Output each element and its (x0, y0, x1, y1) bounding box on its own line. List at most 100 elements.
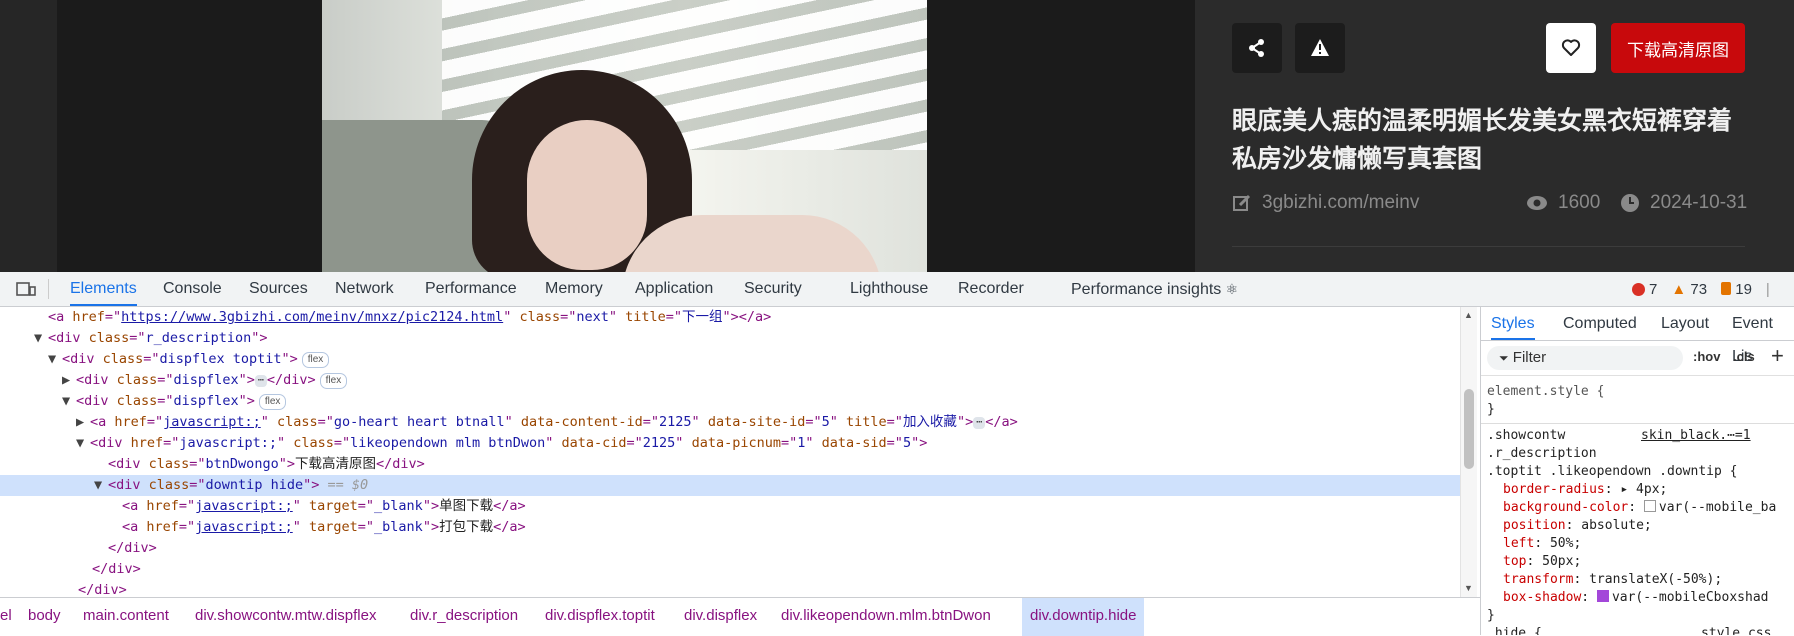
color-swatch[interactable] (1643, 500, 1656, 512)
download-hd-button[interactable]: 下载高清原图 (1611, 23, 1745, 73)
share-button[interactable] (1232, 23, 1282, 73)
breadcrumb-item[interactable]: div.likeopendown.mlm.btnDwon (781, 598, 991, 636)
tab-event-listeners[interactable]: Event Lis (1732, 307, 1794, 365)
css-prop-name: position (1503, 518, 1566, 533)
rule-selector[interactable]: .toptit .likeopendown .downtip { (1487, 463, 1737, 481)
breadcrumb-item[interactable]: body (28, 598, 61, 636)
dom-node-dispflex-collapsed[interactable]: ▶ <div class="dispflex"> ⋯ </div> flex (0, 370, 1460, 391)
styles-filter-input[interactable]: ⏷ Filter (1487, 346, 1683, 370)
flex-badge[interactable]: flex (319, 373, 348, 389)
dom-link-href[interactable]: javascript:; (163, 414, 261, 430)
tab-elements[interactable]: Elements (70, 272, 137, 306)
dom-close-div[interactable]: </div> (0, 559, 1460, 580)
rule-selector[interactable]: .r_description (1487, 445, 1597, 463)
tab-recorder[interactable]: Recorder (958, 272, 1024, 306)
ellipsis-icon[interactable]: ⋯ (254, 375, 267, 387)
rule-selector[interactable]: .hide { (1487, 625, 1542, 635)
favorite-button[interactable] (1546, 23, 1596, 73)
css-prop-name: transform (1503, 572, 1574, 587)
tab-security[interactable]: Security (744, 272, 802, 306)
tab-styles[interactable]: Styles (1491, 307, 1535, 340)
error-counter[interactable]: 7 (1632, 281, 1657, 298)
ellipsis-icon[interactable]: ⋯ (973, 417, 986, 429)
css-prop-value: ▸ 4px; (1620, 482, 1668, 497)
tab-sources[interactable]: Sources (249, 272, 308, 306)
report-button[interactable] (1295, 23, 1345, 73)
dom-node-a-pack[interactable]: <a href="javascript:;" target="_blank">打… (0, 517, 1460, 538)
dom-link-href[interactable]: https://www.3gbizhi.com/meinv/mnxz/pic21… (121, 309, 503, 325)
tab-layout[interactable]: Layout (1661, 307, 1709, 340)
css-property[interactable]: position: absolute; (1503, 517, 1652, 535)
scroll-down-icon[interactable]: ▼ (1464, 583, 1473, 593)
dom-node-toptit[interactable]: ▼ <div class="dispflex toptit"> flex (0, 349, 1460, 370)
tab-computed[interactable]: Computed (1563, 307, 1637, 340)
warning-counter[interactable]: ▲ 73 (1671, 281, 1707, 298)
hov-toggle[interactable]: :hov (1693, 349, 1720, 364)
dom-link-href[interactable]: javascript:; (195, 498, 293, 514)
rule-source-link[interactable]: skin_black.⋯=1 (1641, 427, 1751, 445)
filter-placeholder: Filter (1512, 349, 1547, 366)
collapse-triangle-icon[interactable]: ▶ (62, 370, 76, 391)
css-property[interactable]: top: 50px; (1503, 553, 1581, 571)
rule-selector[interactable]: .showcontw (1487, 427, 1565, 445)
expand-triangle-icon[interactable]: ▼ (76, 433, 90, 454)
css-prop-name: top (1503, 554, 1527, 569)
breadcrumb-item[interactable]: div.r_description (410, 598, 518, 636)
flex-badge[interactable]: flex (301, 352, 330, 368)
expand-triangle-icon[interactable]: ▼ (62, 391, 76, 412)
dom-node-likeopendown[interactable]: ▼ <div href="javascript:;" class="likeope… (0, 433, 1460, 454)
tab-performance[interactable]: Performance (425, 272, 517, 306)
scroll-up-icon[interactable]: ▲ (1464, 310, 1473, 320)
source-meta[interactable]: 3gbizhi.com/meinv (1232, 192, 1419, 214)
dom-node-downtip-selected[interactable]: ▼ <div class="downtip hide"> == $0 (0, 475, 1460, 496)
expand-triangle-icon[interactable]: ▼ (34, 328, 48, 349)
tab-memory[interactable]: Memory (545, 272, 603, 306)
tab-application[interactable]: Application (635, 272, 713, 306)
source-link[interactable]: 3gbizhi.com/meinv (1262, 192, 1419, 214)
issues-counter[interactable]: 19 (1721, 281, 1752, 298)
expand-triangle-icon[interactable]: ▼ (48, 349, 62, 370)
breadcrumb-item[interactable]: el (0, 598, 12, 636)
dom-scroll-thumb[interactable] (1464, 389, 1474, 469)
tab-performance-insights-label: Performance insights (1071, 281, 1222, 298)
tab-performance-insights[interactable]: Performance insights ⚛ (1071, 272, 1238, 306)
flex-badge[interactable]: flex (258, 394, 287, 410)
elements-dom-tree[interactable]: <a href="https://www.3gbizhi.com/meinv/m… (0, 307, 1460, 597)
css-property[interactable]: border-radius: ▸ 4px; (1503, 481, 1667, 499)
gallery-title: 眼底美人痣的温柔明媚长发美女黑衣短裤穿着私房沙发慵懒写真套图 (1232, 107, 1733, 173)
rule-source-link[interactable]: style.css (1701, 625, 1771, 635)
breadcrumb-item[interactable]: div.dispflex (684, 598, 757, 636)
tab-console[interactable]: Console (163, 272, 222, 306)
shadow-swatch[interactable] (1596, 590, 1609, 602)
collapse-triangle-icon[interactable]: ▶ (76, 412, 90, 433)
issue-counters[interactable]: 7 ▲ 73 19 | (1632, 272, 1770, 306)
breadcrumb-item[interactable]: div.dispflex.toptit (545, 598, 655, 636)
dom-link-href[interactable]: javascript:; (195, 519, 293, 535)
breadcrumb-item-selected[interactable]: div.downtip.hide (1022, 598, 1145, 636)
breadcrumb-item[interactable]: main.content (83, 598, 169, 636)
dom-text-node: 打包下载 (439, 519, 494, 535)
dom-close-div[interactable]: </div> (0, 538, 1460, 559)
dom-node-btndwongo[interactable]: <div class="btnDwongo">下载高清原图</div> (0, 454, 1460, 475)
dom-attr-value: btnDwongo (205, 456, 279, 472)
css-property[interactable]: box-shadow: var(--mobileCboxshad (1503, 589, 1768, 607)
element-style-rule[interactable]: element.style { (1487, 383, 1604, 401)
dom-scrollbar[interactable]: ▲ ▼ (1460, 307, 1477, 597)
new-rule-button[interactable]: + (1771, 343, 1784, 369)
tab-network[interactable]: Network (335, 272, 394, 306)
gallery-photo[interactable] (322, 0, 927, 272)
css-property[interactable]: left: 50%; (1503, 535, 1581, 553)
dom-node-a-single[interactable]: <a href="javascript:;" target="_blank">单… (0, 496, 1460, 517)
breadcrumb-item[interactable]: div.showcontw.mtw.dispflex (195, 598, 376, 636)
dom-close-div[interactable]: </div> (0, 580, 1460, 597)
css-property[interactable]: background-color: var(--mobile_ba (1503, 499, 1776, 517)
dom-node-a-next[interactable]: <a href="https://www.3gbizhi.com/meinv/m… (0, 307, 1460, 328)
expand-triangle-icon[interactable]: ▼ (94, 475, 108, 496)
dom-node-r-description[interactable]: ▼ <div class="r_description"> (0, 328, 1460, 349)
device-toggle-icon[interactable] (16, 280, 36, 298)
css-property[interactable]: transform: translateX(-50%); (1503, 571, 1722, 589)
dom-node-a-heart[interactable]: ▶ <a href="javascript:;" class="go-heart … (0, 412, 1460, 433)
dom-node-dispflex[interactable]: ▼ <div class="dispflex"> flex (0, 391, 1460, 412)
tab-lighthouse[interactable]: Lighthouse (850, 272, 928, 306)
cls-toggle[interactable]: .cls (1733, 349, 1755, 364)
